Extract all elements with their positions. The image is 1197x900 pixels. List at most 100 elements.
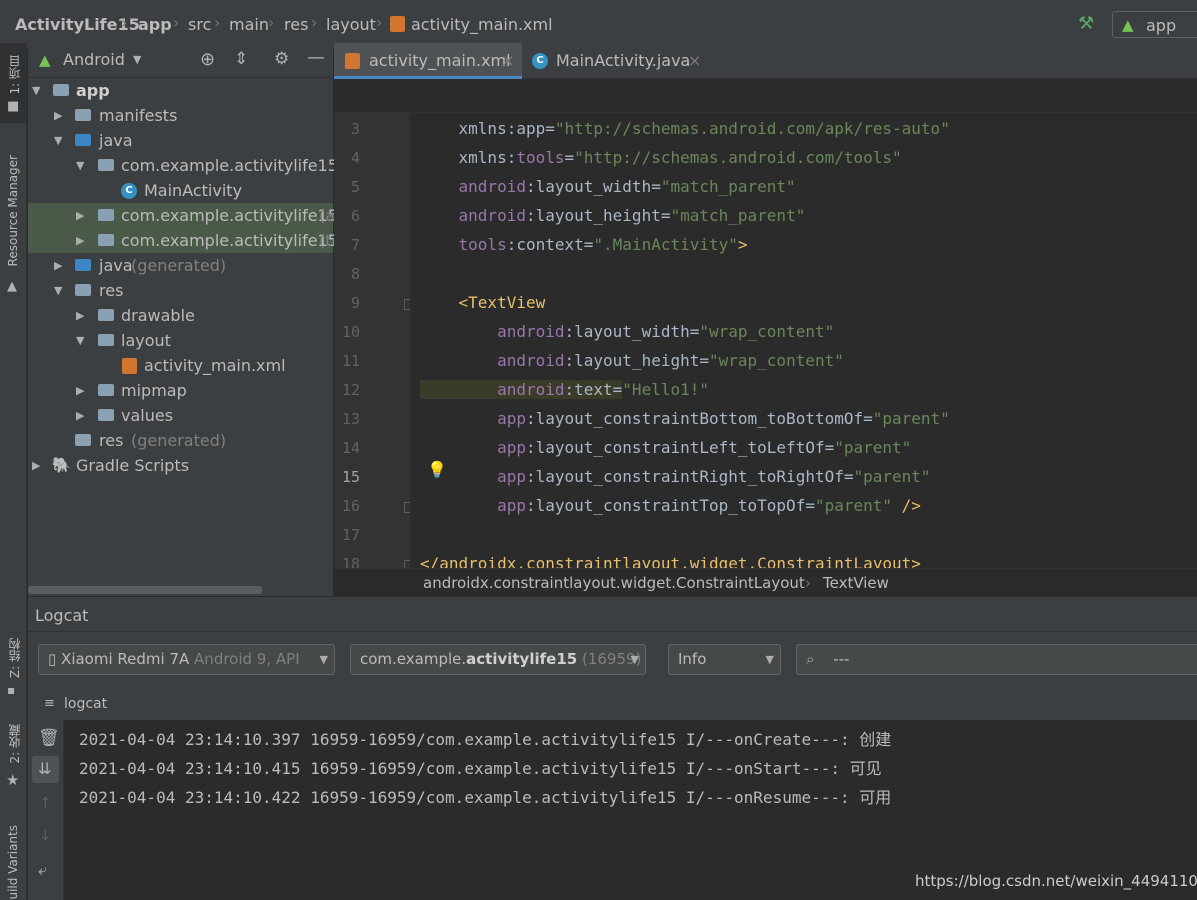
- list-icon: ≡: [44, 696, 55, 711]
- device-select[interactable]: ▯ Xiaomi Redmi 7A Android 9, API ▼: [38, 644, 335, 675]
- chevron-down-icon[interactable]: ▼: [54, 128, 62, 153]
- tree-item-java-generated[interactable]: ▶ java (generated): [28, 253, 333, 278]
- breadcrumb-main[interactable]: main: [229, 15, 269, 34]
- chevron-down-icon[interactable]: ▼: [76, 328, 84, 353]
- code-token: "wrap_content": [709, 351, 844, 370]
- chevron-right-icon[interactable]: ▶: [76, 378, 84, 403]
- chevron-right-icon[interactable]: ▶: [76, 403, 84, 428]
- gear-icon[interactable]: ⚙: [274, 49, 289, 69]
- folder-icon: [98, 384, 114, 396]
- resources-folder-icon: [75, 284, 91, 296]
- class-icon: C: [532, 53, 548, 69]
- generated-folder-icon: [75, 259, 91, 271]
- hammer-icon[interactable]: ⚒: [1078, 13, 1094, 34]
- chevron-right-icon: ›: [214, 13, 221, 32]
- chevron-right-icon[interactable]: ▶: [76, 303, 84, 328]
- code-token: :layout_constraintBottom_toBottomOf=: [525, 409, 873, 428]
- tree-item-res[interactable]: ▼ res: [28, 278, 333, 303]
- tree-item-mainactivity[interactable]: C MainActivity: [28, 178, 333, 203]
- watermark: https://blog.csdn.net/weixin_44941105: [915, 872, 1197, 890]
- close-icon[interactable]: ×: [501, 43, 514, 78]
- process-select[interactable]: com.example.activitylife15 (16959) ▼: [350, 644, 646, 675]
- breadcrumb-layout[interactable]: layout: [326, 15, 376, 34]
- code-line: app:layout_constraintTop_toTopOf="parent…: [420, 496, 921, 515]
- run-configuration-select[interactable]: ▲ app: [1112, 11, 1197, 38]
- tree-item-activity-main-xml[interactable]: activity_main.xml: [28, 353, 333, 378]
- xml-file-icon: [390, 16, 405, 32]
- arrow-up-icon[interactable]: ↑: [39, 794, 52, 812]
- code-token: android: [420, 380, 565, 399]
- soft-wrap-icon[interactable]: ⤶: [38, 860, 47, 880]
- line-number: 17: [341, 526, 360, 544]
- android-icon: ▲: [39, 51, 51, 69]
- tree-item-gradle-scripts[interactable]: ▶ 🐘 Gradle Scripts: [28, 453, 333, 478]
- tree-item-package-test[interactable]: ▶ com.example.activitylife15 (te: [28, 228, 341, 253]
- log-line: 2021-04-04 23:14:10.415 16959-16959/com.…: [79, 759, 882, 778]
- chevron-right-icon[interactable]: ▶: [54, 253, 62, 278]
- chevron-right-icon[interactable]: ▶: [32, 453, 40, 478]
- project-panel-header: ▲ Android ▼ ⊕ ⇕ ⚙ —: [28, 43, 333, 78]
- build-variants-tab[interactable]: Build Variants: [6, 825, 20, 900]
- chevron-right-icon[interactable]: ▶: [76, 228, 84, 253]
- code-editor[interactable]: xmlns:app="http://schemas.android.com/ap…: [410, 113, 1197, 568]
- tree-item-mipmap[interactable]: ▶ mipmap: [28, 378, 333, 403]
- tree-item-layout[interactable]: ▼ layout: [28, 328, 333, 353]
- tree-item-package[interactable]: ▼ com.example.activitylife15: [28, 153, 338, 178]
- tree-item-app[interactable]: ▼ app: [28, 78, 333, 103]
- tree-item-drawable[interactable]: ▶ drawable: [28, 303, 333, 328]
- tree-item-label: res: [99, 431, 124, 450]
- code-token: xmlns:: [420, 119, 517, 138]
- chevron-down-icon[interactable]: ▼: [32, 78, 40, 103]
- folder-icon: ■: [7, 99, 20, 114]
- android-studio-window: ActivityLife15 › app › src › main › res …: [0, 0, 1197, 900]
- close-icon[interactable]: ×: [688, 43, 701, 78]
- chevron-right-icon[interactable]: ▶: [76, 203, 84, 228]
- tree-item-manifests[interactable]: ▶ manifests: [28, 103, 333, 128]
- chevron-down-icon[interactable]: ▼: [133, 53, 141, 66]
- tree-item-java[interactable]: ▼ java: [28, 128, 333, 153]
- lightbulb-icon[interactable]: 💡: [427, 460, 447, 480]
- tree-item-label: Gradle Scripts: [76, 456, 190, 475]
- line-number: 3: [350, 120, 360, 138]
- project-tool-tab[interactable]: 1: 项目 ■: [0, 43, 27, 123]
- tab-mainactivity-java[interactable]: C MainActivity.java ×: [524, 43, 714, 79]
- locate-icon[interactable]: ⊕: [200, 49, 215, 70]
- log-line: 2021-04-04 23:14:10.422 16959-16959/com.…: [79, 788, 892, 807]
- line-number: 15: [341, 468, 360, 486]
- horizontal-scrollbar[interactable]: [28, 586, 262, 594]
- chevron-right-icon[interactable]: ▶: [54, 103, 62, 128]
- scroll-to-end-button[interactable]: ⇊: [32, 756, 59, 783]
- tab-activity-main-xml[interactable]: activity_main.xml ×: [334, 43, 522, 79]
- breadcrumb-textview[interactable]: TextView: [823, 569, 889, 598]
- breadcrumb-src[interactable]: src: [188, 15, 211, 34]
- line-number: 6: [350, 207, 360, 225]
- chevron-down-icon[interactable]: ▼: [76, 153, 84, 178]
- tree-item-values[interactable]: ▶ values: [28, 403, 333, 428]
- editor-toolbar: [334, 79, 1197, 113]
- chevron-down-icon[interactable]: ▼: [54, 278, 62, 303]
- structure-tab[interactable]: Z: 结构: [6, 638, 23, 678]
- code-line: android:text="Hello1!": [420, 380, 709, 399]
- trash-icon[interactable]: 🗑: [38, 728, 60, 748]
- line-number: 13: [341, 410, 360, 428]
- tree-item-res-generated[interactable]: res (generated): [28, 428, 333, 453]
- project-view-select[interactable]: Android: [63, 50, 125, 69]
- breadcrumb-constraintlayout[interactable]: androidx.constraintlayout.widget.Constra…: [423, 569, 805, 598]
- breadcrumb-file[interactable]: activity_main.xml: [411, 15, 553, 34]
- favorites-tab[interactable]: 2: 收藏: [6, 724, 23, 764]
- tab-label: activity_main.xml: [369, 51, 511, 70]
- code-token: :context=: [506, 235, 594, 254]
- logcat-tab[interactable]: logcat: [64, 696, 107, 712]
- log-search-input[interactable]: ⌕ ---: [796, 644, 1197, 675]
- tree-item-package-androidtest[interactable]: ▶ com.example.activitylife15 (a: [28, 203, 338, 228]
- code-token: "Hello1!": [622, 380, 709, 399]
- code-token: android: [420, 351, 565, 370]
- resource-manager-tab[interactable]: Resource Manager: [6, 155, 20, 266]
- code-line: app:layout_constraintBottom_toBottomOf="…: [420, 409, 950, 428]
- collapse-all-icon[interactable]: ⇕: [234, 49, 248, 69]
- breadcrumb-res[interactable]: res: [284, 15, 308, 34]
- breadcrumb-module[interactable]: app: [138, 15, 172, 34]
- minimize-icon[interactable]: —: [307, 47, 325, 68]
- arrow-down-icon[interactable]: ↓: [39, 826, 52, 844]
- log-level-select[interactable]: Info ▼: [668, 644, 781, 675]
